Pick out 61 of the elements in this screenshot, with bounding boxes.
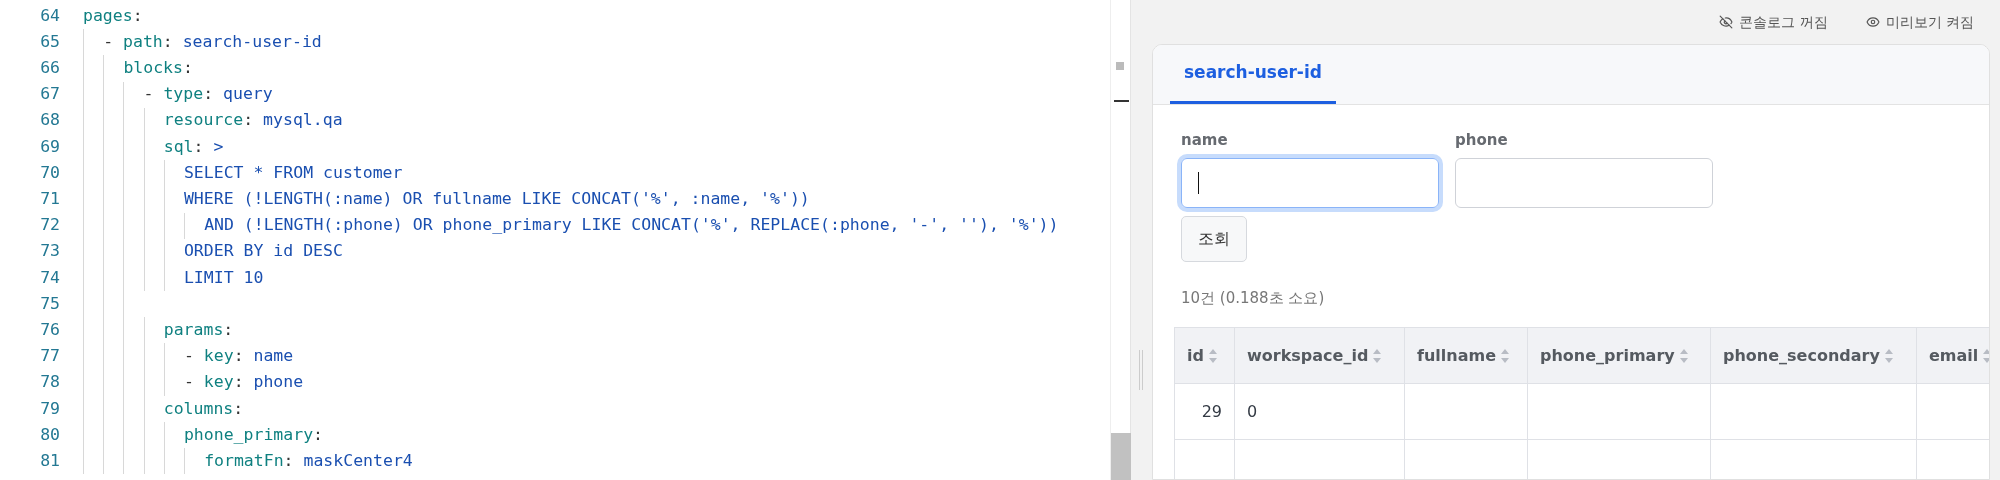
- line-number: 72: [39, 214, 60, 237]
- sort-icon: [1678, 347, 1689, 364]
- table-cell: 29: [1175, 384, 1235, 440]
- editor-scrollbar[interactable]: [1110, 0, 1130, 480]
- line-number: 74: [39, 266, 60, 289]
- line-number: 78: [39, 371, 60, 394]
- line-number: 73: [39, 240, 60, 263]
- tab[interactable]: search-user-id: [1170, 45, 1336, 104]
- eye-icon: [1865, 15, 1880, 29]
- sort-icon: [1207, 347, 1218, 364]
- line-number: 75: [39, 292, 60, 315]
- column-header[interactable]: fullname: [1405, 328, 1528, 384]
- code-line: pages:: [83, 4, 143, 27]
- field-label: name: [1181, 130, 1229, 151]
- column-header[interactable]: workspace_id: [1235, 328, 1405, 384]
- line-number: 65: [39, 30, 60, 53]
- column-header[interactable]: phone_primary: [1528, 328, 1711, 384]
- toggle-button[interactable]: 미리보기 켜짐: [1865, 11, 1974, 33]
- code-line: formatFn: maskCenter4: [204, 449, 413, 472]
- code-line: phone_primary:: [183, 423, 323, 446]
- line-number: 71: [39, 188, 60, 211]
- line-number: 69: [39, 135, 60, 158]
- sort-icon: [1982, 347, 1989, 364]
- split-handle[interactable]: [1130, 0, 1150, 480]
- code-line: params:: [163, 318, 234, 341]
- line-number: 66: [39, 57, 60, 80]
- line-number: 80: [39, 423, 60, 446]
- code-line: sql: >: [163, 135, 224, 158]
- code-line: - path: search-user-id: [103, 30, 322, 53]
- code-line: columns:: [163, 397, 244, 420]
- column-header[interactable]: phone_secondary: [1711, 328, 1917, 384]
- line-number: 77: [39, 345, 60, 368]
- line-number: 64: [39, 4, 60, 27]
- search-button[interactable]: 조회: [1181, 215, 1247, 262]
- code-line: resource: mysql.qa: [163, 109, 343, 132]
- table-cell: 0: [1235, 384, 1405, 440]
- toggle-button[interactable]: 콘솔로그 꺼짐: [1719, 11, 1828, 33]
- result-summary: 10건 (0.188초 소요): [1181, 287, 1326, 309]
- code-line: ORDER BY id DESC: [183, 240, 343, 263]
- line-number: 68: [39, 109, 60, 132]
- line-number: 81: [39, 449, 60, 472]
- line-number: 76: [39, 318, 60, 341]
- sort-icon: [1372, 347, 1383, 364]
- code-line: - key: name: [183, 345, 294, 368]
- column-header[interactable]: id: [1175, 328, 1235, 384]
- code-line: blocks:: [123, 57, 193, 80]
- eye-off-icon: [1719, 15, 1734, 29]
- column-header[interactable]: email: [1917, 328, 1989, 384]
- field-label: phone: [1455, 130, 1509, 151]
- code-line: WHERE (!LENGTH(:name) OR fullname LIKE CONCAT('%', :name, '%')): [183, 188, 810, 211]
- line-number: 70: [39, 161, 60, 184]
- code-line: AND (!LENGTH(:phone) OR phone_primary LIKE CONCAT('%', REPLACE(:phone, '-', ''), '%')): [204, 214, 1059, 237]
- code-line: LIMIT 10: [183, 266, 264, 289]
- code-line: - key: phone: [183, 371, 304, 394]
- code-line: SELECT * FROM customer: [183, 161, 403, 184]
- line-number: 67: [39, 83, 60, 106]
- line-number: 79: [39, 397, 60, 420]
- code-line: - type: query: [143, 83, 273, 106]
- sort-icon: [1883, 347, 1894, 364]
- text-field[interactable]: [1455, 157, 1713, 208]
- sort-icon: [1500, 347, 1511, 364]
